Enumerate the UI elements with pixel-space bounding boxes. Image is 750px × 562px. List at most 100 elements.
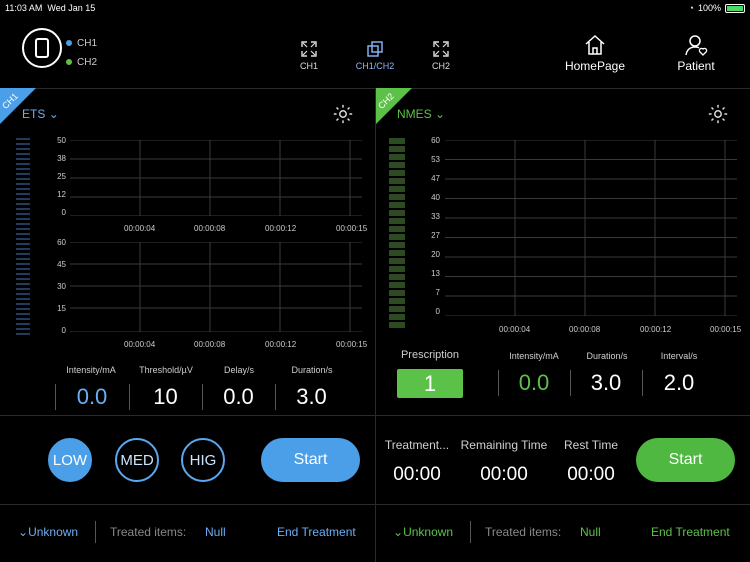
meter-segment <box>16 298 30 300</box>
ch2-interval-value[interactable]: 2.0 <box>642 370 716 396</box>
status-right: ◔ 100% <box>689 3 745 13</box>
ch1-treated-value: Null <box>205 525 226 539</box>
view-split-button[interactable]: CH1/CH2 <box>350 40 400 71</box>
status-time: 11:03 AM Wed Jan 15 <box>5 3 96 13</box>
ch2-duration-value[interactable]: 3.0 <box>570 370 642 396</box>
ch2-unknown-dropdown[interactable]: ⌄Unknown <box>393 525 453 539</box>
footer-separator <box>470 521 471 543</box>
meter-segment <box>389 298 405 304</box>
ch2-intensity-value[interactable]: 0.0 <box>498 370 570 396</box>
meter-segment <box>16 168 30 170</box>
ch1-duration-value[interactable]: 3.0 <box>275 384 348 410</box>
params-divider <box>0 415 750 416</box>
meter-segment <box>389 226 405 232</box>
rest-time-label: Rest Time <box>563 438 618 452</box>
ch1-bottom-xtick: 00:00:12 <box>265 340 297 349</box>
ch1-delay-value[interactable]: 0.0 <box>202 384 275 410</box>
ch1-threshold-value[interactable]: 10 <box>129 384 202 410</box>
meter-segment <box>389 194 405 200</box>
homepage-button[interactable]: HomePage <box>560 33 630 73</box>
device-icon[interactable] <box>22 28 62 68</box>
meter-segment <box>16 293 30 295</box>
meter-segment <box>16 183 30 185</box>
ch1-top-xtick: 00:00:12 <box>265 224 297 233</box>
ch2-xtick: 00:00:04 <box>499 325 531 334</box>
ch2-level-meter <box>389 138 405 328</box>
ch2-start-button[interactable]: Start <box>636 438 735 482</box>
meter-segment <box>16 178 30 180</box>
prescription-label: Prescription <box>400 349 460 361</box>
wifi-icon: ◔ <box>688 3 694 13</box>
ch1-unknown-dropdown[interactable]: ⌄Unknown <box>18 525 78 539</box>
meter-segment <box>16 333 30 335</box>
view-ch2-button[interactable]: CH2 <box>424 40 458 71</box>
meter-segment <box>389 322 405 328</box>
ch2-end-treatment-button[interactable]: End Treatment <box>651 525 730 539</box>
ch2-intensity-label: Intensity/mA <box>509 351 559 361</box>
meter-segment <box>16 213 30 215</box>
panel-divider <box>375 88 376 562</box>
ch1-top-xtick: 00:00:04 <box>124 224 156 233</box>
ch1-bottom-plot <box>70 242 362 332</box>
ch1-start-button[interactable]: Start <box>261 438 360 482</box>
patient-icon <box>685 35 708 56</box>
meter-segment <box>16 303 30 305</box>
meter-segment <box>389 202 405 208</box>
ch1-duration-label: Duration/s <box>291 365 333 375</box>
meter-segment <box>389 210 405 216</box>
ch2-xtick: 00:00:12 <box>640 325 672 334</box>
meter-segment <box>16 253 30 255</box>
meter-segment <box>16 143 30 145</box>
ch2-interval-label: Interval/s <box>660 351 698 361</box>
meter-segment <box>16 218 30 220</box>
meter-segment <box>389 146 405 152</box>
meter-segment <box>389 250 405 256</box>
remaining-time-value: 00:00 <box>480 464 528 485</box>
patient-button[interactable]: Patient <box>668 33 724 73</box>
meter-segment <box>16 173 30 175</box>
ch2-plot <box>445 140 737 316</box>
rest-time-value: 00:00 <box>567 464 615 485</box>
meter-segment <box>16 188 30 190</box>
home-icon <box>585 34 605 55</box>
level-med-button[interactable]: MED <box>115 438 159 482</box>
ch2-mode-select[interactable]: NMES ⌄ <box>397 107 445 121</box>
meter-segment <box>389 282 405 288</box>
ch1-intensity-value[interactable]: 0.0 <box>55 384 129 410</box>
meter-segment <box>16 283 30 285</box>
meter-segment <box>16 203 30 205</box>
level-low-button[interactable]: LOW <box>48 438 92 482</box>
meter-segment <box>16 138 30 140</box>
ch1-settings-icon[interactable] <box>332 103 354 130</box>
ch2-settings-icon[interactable] <box>707 103 729 130</box>
battery-percent: 100% <box>697 3 721 13</box>
meter-segment <box>16 328 30 330</box>
meter-segment <box>16 278 30 280</box>
meter-segment <box>389 306 405 312</box>
meter-segment <box>389 266 405 272</box>
chevron-down-icon: ⌄ <box>48 107 59 121</box>
expand-icon <box>433 41 449 57</box>
meter-segment <box>16 313 30 315</box>
ch1-top-xtick: 00:00:15 <box>336 224 368 233</box>
meter-segment <box>16 163 30 165</box>
legend-ch1: CH1 <box>66 38 97 49</box>
view-ch1-button[interactable]: CH1 <box>292 40 326 71</box>
ch1-delay-label: Delay/s <box>223 365 254 375</box>
battery-icon <box>725 3 745 13</box>
ch2-treated-label: Treated items: <box>485 525 562 539</box>
ch2-xtick: 00:00:15 <box>710 325 742 334</box>
expand-icon <box>301 41 317 57</box>
meter-segment <box>16 288 30 290</box>
meter-segment <box>16 228 30 230</box>
meter-segment <box>389 138 405 144</box>
prescription-value[interactable]: 1 <box>397 369 463 398</box>
ch1-end-treatment-button[interactable]: End Treatment <box>277 525 356 539</box>
ch2-treated-value: Null <box>580 525 601 539</box>
treatment-time-value: 00:00 <box>393 464 441 485</box>
ch1-top-yaxis: 50 38 25 12 0 <box>57 136 66 217</box>
remaining-time-label: Remaining Time <box>460 438 548 452</box>
level-hig-button[interactable]: HIG <box>181 438 225 482</box>
ch1-mode-select[interactable]: ETS ⌄ <box>22 107 59 121</box>
meter-segment <box>16 243 30 245</box>
